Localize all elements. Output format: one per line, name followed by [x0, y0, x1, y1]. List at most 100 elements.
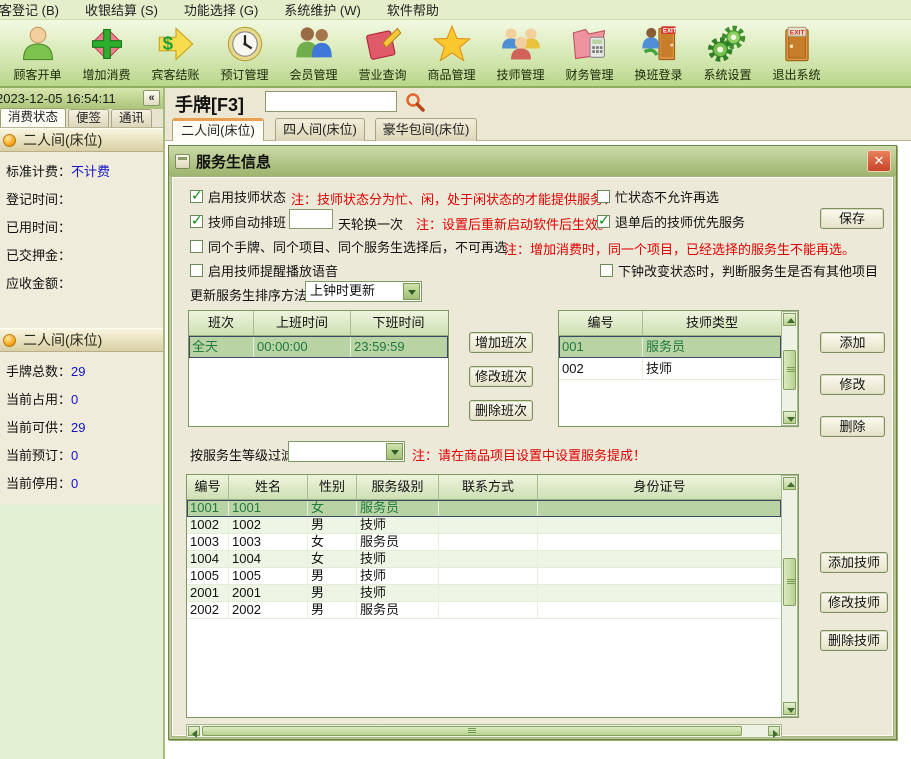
table-row[interactable]: 10011001女服务员	[187, 500, 781, 517]
menu-item-functions[interactable]: 功能选择 (G)	[184, 0, 258, 19]
checkbox-off-clock-check[interactable]: 下钟改变状态时，判断服务生是否有其他项目	[600, 261, 878, 280]
toolbar-item-finance[interactable]: 财务管理	[555, 20, 624, 86]
toolbar-item-customer-billing[interactable]: 顾客开单	[3, 20, 72, 86]
schedule-days-input[interactable]	[289, 209, 333, 229]
menu-item-maintenance[interactable]: 系统维护 (W)	[284, 0, 361, 19]
technician-type-table[interactable]: 编号 技师类型 001 服务员 002 技师	[558, 310, 799, 427]
scroll-up-icon[interactable]	[783, 477, 796, 490]
toolbar-item-settings[interactable]: 系统设置	[693, 20, 762, 86]
toolbar-item-technician[interactable]: 技师管理	[486, 20, 555, 86]
table-row[interactable]: 002 技师	[559, 358, 781, 380]
delete-technician-button[interactable]: 删除技师	[820, 630, 888, 651]
edit-shift-button[interactable]: 修改班次	[469, 366, 533, 387]
tab-four-person-room[interactable]: 四人间(床位)	[275, 118, 365, 141]
scroll-right-icon[interactable]	[768, 726, 780, 736]
toolbar-item-shift-login[interactable]: EXIT 换班登录	[624, 20, 693, 86]
chevron-down-icon[interactable]	[403, 283, 420, 300]
sidebar-tab-messages[interactable]: 通讯	[111, 109, 152, 127]
tab-two-person-room[interactable]: 二人间(床位)	[172, 118, 264, 141]
table-row[interactable]: 10051005男技师	[187, 568, 781, 585]
checkbox-refund-priority[interactable]: 退单后的技师优先服务	[597, 212, 745, 231]
room-summary-section-header[interactable]: 二人间(床位)	[0, 328, 163, 352]
add-type-button[interactable]: 添加	[820, 332, 885, 353]
shift-table[interactable]: 班次 上班时间 下班时间 全天 00:00:00 23:59:59	[188, 310, 449, 427]
tab-deluxe-room[interactable]: 豪华包间(床位)	[375, 118, 477, 141]
collapse-sidebar-button[interactable]: «	[143, 90, 160, 106]
toolbar-item-business-query[interactable]: 营业查询	[348, 20, 417, 86]
scrollbar-thumb[interactable]	[783, 558, 796, 606]
checkbox-icon[interactable]	[190, 190, 203, 203]
customer-billing-icon	[17, 23, 59, 65]
checkbox-voice-reminder[interactable]: 启用技师提醒播放语音	[190, 261, 338, 280]
scrollbar-thumb[interactable]	[783, 350, 796, 390]
toolbar-item-reservation[interactable]: 预订管理	[210, 20, 279, 86]
checkbox-enable-technician-status[interactable]: 启用技师状态	[190, 187, 286, 206]
table-row[interactable]: 全天 00:00:00 23:59:59	[189, 336, 448, 358]
dialog-title-bar[interactable]: 服务生信息 ✕	[169, 146, 896, 176]
scroll-left-icon[interactable]	[188, 726, 200, 736]
svg-text:$: $	[162, 34, 173, 55]
checkbox-label: 启用技师提醒播放语音	[208, 261, 338, 280]
checkbox-same-brand-no-reselect[interactable]: 同个手牌、同个项目、同个服务生选择后，不可再选	[190, 237, 507, 256]
filter-select[interactable]	[288, 441, 405, 462]
handbrand-search-input[interactable]	[265, 91, 397, 112]
table-row[interactable]: 20022002男服务员	[187, 602, 781, 619]
checkbox-icon[interactable]	[597, 215, 610, 228]
checkbox-icon[interactable]	[190, 264, 203, 277]
add-shift-button[interactable]: 增加班次	[469, 332, 533, 353]
type-table-scrollbar[interactable]	[781, 311, 798, 426]
checkbox-label: 下钟改变状态时，判断服务生是否有其他项目	[618, 261, 878, 280]
checkbox-label: 退单后的技师优先服务	[615, 212, 745, 231]
type-table-header: 编号 技师类型	[559, 311, 798, 336]
technician-icon	[500, 23, 542, 65]
toolbar-item-guest-checkout[interactable]: $ 宾客结账	[141, 20, 210, 86]
section-title: 二人间(床位)	[23, 130, 102, 150]
sidebar-tab-consume-status[interactable]: 消费状态	[0, 108, 66, 127]
table-row[interactable]: 10041004女技师	[187, 551, 781, 568]
staff-table-scrollbar[interactable]	[781, 475, 798, 717]
room-status-section-header[interactable]: 二人间(床位)	[0, 128, 163, 152]
table-row[interactable]: 10021002男技师	[187, 517, 781, 534]
edit-technician-button[interactable]: 修改技师	[820, 592, 888, 613]
menu-item-help[interactable]: 软件帮助	[387, 0, 439, 19]
toolbar-label: 系统设置	[703, 66, 751, 83]
staff-table[interactable]: 编号 姓名 性别 服务级别 联系方式 身份证号 10011001女服务员 100…	[186, 474, 799, 718]
menu-item-cashier[interactable]: 收银结算 (S)	[85, 0, 158, 19]
checkbox-auto-schedule[interactable]: 技师自动排班	[190, 212, 286, 231]
scroll-down-icon[interactable]	[783, 702, 796, 715]
business-query-icon	[362, 23, 404, 65]
scroll-up-icon[interactable]	[783, 313, 796, 326]
table-row[interactable]: 001 服务员	[559, 336, 781, 358]
staff-table-h-scrollbar[interactable]	[186, 724, 782, 738]
search-icon[interactable]	[405, 92, 425, 112]
sort-method-select[interactable]: 上钟时更新	[305, 281, 422, 302]
checkbox-icon[interactable]	[190, 240, 203, 253]
toolbar-label: 预订管理	[220, 66, 268, 83]
scroll-down-icon[interactable]	[783, 411, 796, 424]
sidebar-tab-notes[interactable]: 便签	[68, 109, 109, 127]
toolbar-item-member[interactable]: 会员管理	[279, 20, 348, 86]
table-row[interactable]: 20012001男技师	[187, 585, 781, 602]
edit-type-button[interactable]: 修改	[820, 374, 885, 395]
toolbar-item-add-consumption[interactable]: 增加消费	[72, 20, 141, 86]
toolbar-label: 增加消费	[82, 66, 130, 83]
checkbox-icon[interactable]	[190, 215, 203, 228]
checkbox-icon[interactable]	[597, 190, 610, 203]
menu-item-guest-register[interactable]: 宾客登记 (B)	[0, 0, 59, 19]
toolbar-item-product[interactable]: 商品管理	[417, 20, 486, 86]
sidebar: 2023-12-05 16:54:11 « 消费状态 便签 通讯 二人间(床位)…	[0, 88, 165, 759]
close-icon[interactable]: ✕	[867, 150, 891, 172]
table-row[interactable]: 10031003女服务员	[187, 534, 781, 551]
schedule-suffix-label: 天轮换一次	[338, 214, 403, 233]
add-technician-button[interactable]: 添加技师	[820, 552, 888, 573]
toolbar-item-exit[interactable]: EXIT 退出系统	[762, 20, 831, 86]
delete-shift-button[interactable]: 删除班次	[469, 400, 533, 421]
save-button[interactable]: 保存	[820, 208, 884, 229]
checkbox-icon[interactable]	[600, 264, 613, 277]
scrollbar-thumb[interactable]	[202, 726, 742, 736]
checkbox-busy-no-reselect[interactable]: 忙状态不允许再选	[597, 187, 719, 206]
delete-type-button[interactable]: 删除	[820, 416, 885, 437]
chevron-down-icon[interactable]	[386, 443, 403, 460]
sort-method-label: 更新服务生排序方法	[190, 285, 307, 304]
checkbox-label: 技师自动排班	[208, 212, 286, 231]
